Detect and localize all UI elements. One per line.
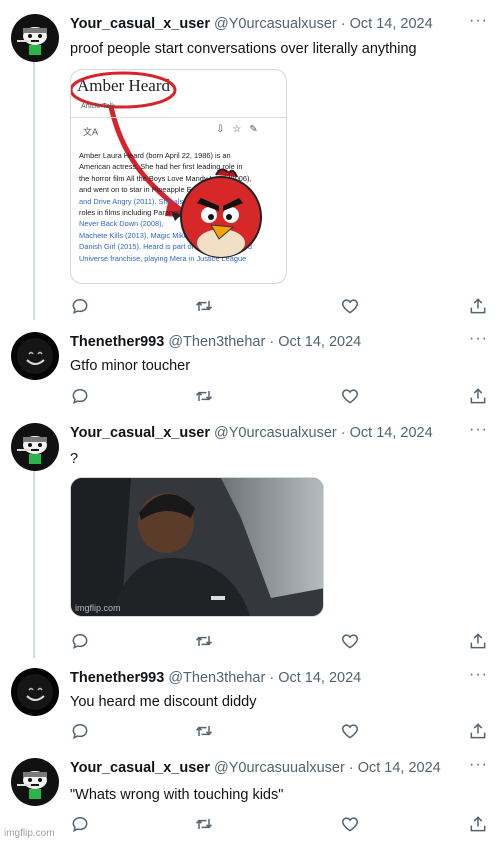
tweet-header: Thenether993 @Then3thehar · Oct 14, 2024 [70, 332, 470, 352]
display-name[interactable]: Thenether993 [70, 334, 164, 350]
tweet-date[interactable]: Oct 14, 2024 [358, 760, 441, 776]
tweet[interactable]: Thenether993 @Then3thehar · Oct 14, 2024… [0, 331, 500, 412]
share-icon[interactable] [468, 296, 488, 316]
tweet-date[interactable]: Oct 14, 2024 [278, 670, 361, 686]
user-handle[interactable]: @Y0urcasualxuser [214, 425, 337, 441]
wiki-tab-talk: Talk [102, 103, 115, 110]
reply-icon[interactable] [70, 296, 90, 316]
tweet-header: Your_casual_x_user @Y0urcasualxuser · Oc… [70, 423, 470, 443]
tweet-actions [70, 386, 486, 406]
tweet-actions [70, 631, 486, 651]
avatar[interactable] [11, 14, 59, 62]
cartoon-character-avatar-icon [11, 423, 59, 471]
like-icon[interactable] [340, 386, 360, 406]
tweet[interactable]: Your_casual_x_user @Y0urcasualxuser · Oc… [0, 422, 500, 658]
share-icon[interactable] [468, 721, 488, 741]
separator: · [269, 334, 275, 350]
reply-icon[interactable] [70, 631, 90, 651]
share-icon[interactable] [468, 386, 488, 406]
dark-smiling-face-avatar-icon [11, 668, 59, 716]
dark-smiling-face-avatar-icon [11, 332, 59, 380]
separator: · [340, 16, 346, 32]
cartoon-character-avatar-icon [11, 758, 59, 806]
tweet-media-photo[interactable]: imgflip.com [70, 477, 324, 617]
tweet-actions [70, 814, 486, 834]
avatar[interactable] [11, 423, 59, 471]
display-name[interactable]: Your_casual_x_user [70, 16, 210, 32]
like-icon[interactable] [340, 814, 360, 834]
reply-icon[interactable] [70, 814, 90, 834]
tweet-text: ? [70, 451, 79, 467]
tweet-text: "Whats wrong with touching kids" [70, 787, 284, 803]
retweet-icon[interactable] [194, 296, 214, 316]
tweet-date[interactable]: Oct 14, 2024 [350, 425, 433, 441]
retweet-icon[interactable] [194, 386, 214, 406]
man-in-car-photo [71, 478, 323, 616]
separator: · [348, 760, 354, 776]
share-icon[interactable] [468, 631, 488, 651]
tweet-text: Gtfo minor toucher [70, 358, 191, 374]
tweet-actions [70, 296, 486, 316]
translate-icon: 文A [83, 127, 99, 137]
page-watermark: imgflip.com [4, 828, 55, 839]
user-handle[interactable]: @Then3thehar [168, 334, 265, 350]
user-handle[interactable]: @Then3thehar [168, 670, 265, 686]
like-icon[interactable] [340, 721, 360, 741]
tweet[interactable]: Your_casual_x_user @Y0urcasuualxuser · O… [0, 757, 500, 838]
tweet-date[interactable]: Oct 14, 2024 [278, 334, 361, 350]
more-options-icon[interactable]: ··· [469, 422, 488, 438]
cartoon-character-avatar-icon [11, 14, 59, 62]
reply-icon[interactable] [70, 721, 90, 741]
display-name[interactable]: Thenether993 [70, 670, 164, 686]
tweet-date[interactable]: Oct 14, 2024 [350, 16, 433, 32]
media-watermark: imgflip.com [75, 603, 121, 613]
separator: · [269, 670, 275, 686]
like-icon[interactable] [340, 296, 360, 316]
retweet-icon[interactable] [194, 631, 214, 651]
retweet-icon[interactable] [194, 721, 214, 741]
separator: · [340, 425, 346, 441]
wiki-tab-article: Article [81, 103, 101, 110]
user-handle[interactable]: @Y0urcasualxuser [214, 16, 337, 32]
tweet-header: Your_casual_x_user @Y0urcasualxuser · Oc… [70, 14, 470, 34]
tweet-header: Thenether993 @Then3thehar · Oct 14, 2024 [70, 668, 470, 688]
more-options-icon[interactable]: ··· [469, 757, 488, 773]
more-options-icon[interactable]: ··· [469, 13, 488, 29]
display-name[interactable]: Your_casual_x_user [70, 425, 210, 441]
tweet[interactable]: Your_casual_x_user @Y0urcasualxuser · Oc… [0, 13, 500, 324]
more-options-icon[interactable]: ··· [469, 667, 488, 683]
angry-bird-icon [171, 168, 262, 258]
tweet[interactable]: Thenether993 @Then3thehar · Oct 14, 2024… [0, 667, 500, 748]
more-options-icon[interactable]: ··· [469, 331, 488, 347]
avatar[interactable] [11, 668, 59, 716]
avatar[interactable] [11, 332, 59, 380]
tweet-header: Your_casual_x_user @Y0urcasuualxuser · O… [70, 758, 470, 778]
tweet-text: You heard me discount diddy [70, 694, 257, 710]
like-icon[interactable] [340, 631, 360, 651]
avatar[interactable] [11, 758, 59, 806]
reply-icon[interactable] [70, 386, 90, 406]
user-handle[interactable]: @Y0urcasuualxuser [214, 760, 345, 776]
retweet-icon[interactable] [194, 814, 214, 834]
display-name[interactable]: Your_casual_x_user [70, 760, 210, 776]
wiki-toolbar-icons: ⇩☆✎ [216, 124, 266, 135]
tweet-media-image[interactable]: Amber Heard Article Talk 文A ⇩☆✎ Amber La… [70, 69, 287, 284]
tweet-actions [70, 721, 486, 741]
tweet-text: proof people start conversations over li… [70, 41, 417, 57]
share-icon[interactable] [468, 814, 488, 834]
